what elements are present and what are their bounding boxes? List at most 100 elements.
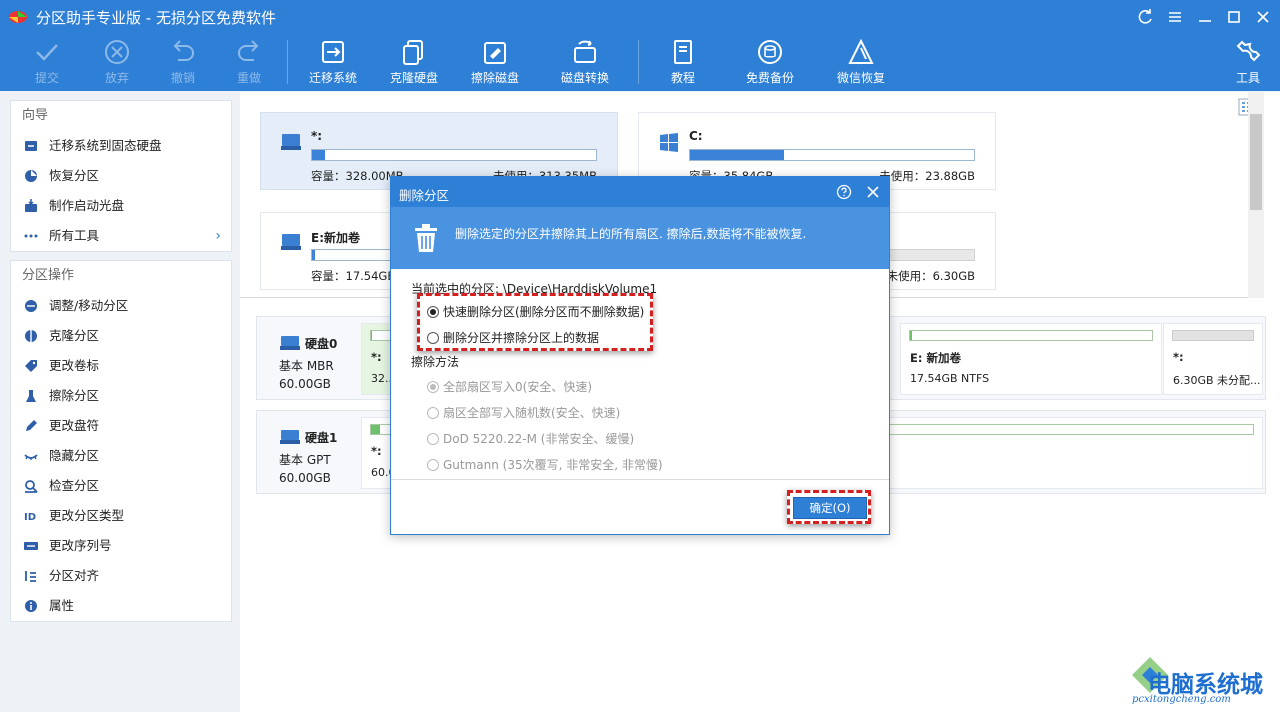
disk-convert-button[interactable]: 磁盘转换: [554, 34, 616, 91]
migrate-disk-icon: [322, 41, 344, 63]
clone-disk-icon: [403, 40, 423, 65]
sidebar-item-change-type[interactable]: ID 更改分区类型: [11, 501, 231, 531]
disk-drive-icon: [281, 234, 301, 250]
chevron-right-icon: ›: [215, 228, 221, 244]
vertical-scrollbar[interactable]: [1248, 92, 1264, 298]
disk-drive-icon: [280, 336, 300, 350]
bootable-icon: [25, 199, 37, 212]
svg-text:ID: ID: [24, 512, 36, 523]
partition-ops-panel: 分区操作 调整/移动分区 克隆分区 更改卷标 擦除分区 更改盘符 隐藏分区 检查…: [10, 260, 232, 622]
wechat-recovery-button[interactable]: 微信恢复: [830, 34, 892, 91]
highlight-box-ok: [787, 490, 871, 524]
hide-icon: [24, 454, 38, 460]
segment-usage-bar: [1172, 330, 1254, 341]
wipe-disk-button[interactable]: 擦除磁盘: [464, 34, 526, 91]
check-icon: [25, 480, 38, 493]
wizard-panel: 向导 迁移系统到固态硬盘 恢复分区 制作启动光盘 所有工具 ›: [10, 100, 232, 252]
sidebar-item-change-label[interactable]: 更改卷标: [11, 351, 231, 381]
recover-icon: [25, 170, 37, 182]
undo-button[interactable]: 撤销: [158, 34, 208, 91]
sidebar-item-change-serial[interactable]: 更改序列号: [11, 531, 231, 561]
sidebar-item-recover-partition[interactable]: 恢复分区: [11, 161, 231, 191]
sidebar-item-bootable-disc[interactable]: 制作启动光盘: [11, 191, 231, 221]
toolbar: 提交 放弃 撤销 重做 迁移系统 克隆硬盘 擦除磁盘 磁盘转换 教程 免费备份 …: [0, 34, 1280, 91]
sidebar-item-check-partition[interactable]: 检查分区: [11, 471, 231, 501]
align-icon: [25, 571, 36, 582]
windows-icon: [660, 133, 678, 152]
submit-button[interactable]: 提交: [22, 34, 72, 91]
window-title: 分区助手专业版 - 无损分区免费软件: [36, 9, 276, 27]
dialog-divider: [391, 479, 889, 480]
check-mark-icon: [36, 44, 58, 61]
sidebar-item-migrate-ssd[interactable]: 迁移系统到固态硬盘: [11, 131, 231, 161]
disk-segment[interactable]: E: 新加卷 17.54GB NTFS: [900, 323, 1162, 395]
radio-unchecked-icon[interactable]: [427, 433, 439, 445]
clone-disk-button[interactable]: 克隆硬盘: [383, 34, 445, 91]
resize-icon: [25, 300, 37, 312]
sidebar-item-resize[interactable]: 调整/移动分区: [11, 291, 231, 321]
clone-icon: [25, 330, 37, 342]
scrollbar-thumb[interactable]: [1250, 114, 1262, 210]
sidebar-item-clone-partition[interactable]: 克隆分区: [11, 321, 231, 351]
sidebar-item-hide-partition[interactable]: 隐藏分区: [11, 441, 231, 471]
app-logo-icon: [9, 11, 27, 23]
more-icon: [24, 234, 38, 238]
menu-icon[interactable]: [1164, 6, 1186, 28]
migrate-os-button[interactable]: 迁移系统: [302, 34, 364, 91]
delete-partition-dialog: 删除分区 删除选定的分区并擦除其上的所有扇区. 擦除后,数据将不能被恢复. 当前…: [390, 176, 890, 535]
toolbar-separator: [638, 40, 639, 84]
cancel-circle-icon: [105, 40, 129, 64]
partition-ops-header: 分区操作: [22, 268, 75, 283]
wipe-icon: [26, 390, 36, 402]
refresh-icon[interactable]: [1134, 6, 1156, 28]
recovery-triangle-icon: [848, 38, 874, 64]
sidebar-item-properties[interactable]: 属性: [11, 591, 231, 621]
pencil-icon: [26, 420, 37, 431]
disk-drive-icon: [280, 430, 300, 444]
sidebar-item-change-letter[interactable]: 更改盘符: [11, 411, 231, 441]
dialog-title-bar: 删除分区: [391, 177, 889, 207]
close-icon[interactable]: [865, 184, 881, 200]
wipe-disk-icon: [484, 42, 506, 64]
sidebar-item-align-partition[interactable]: 分区对齐: [11, 561, 231, 591]
tag-icon: [25, 360, 37, 372]
tools-button[interactable]: 工具: [1228, 34, 1268, 91]
radio-unchecked-icon[interactable]: [427, 459, 439, 471]
convert-disk-icon: [574, 40, 596, 63]
disk-drive-icon: [281, 134, 301, 150]
title-bar: 分区助手专业版 - 无损分区免费软件: [0, 0, 1280, 34]
highlight-box-options: [417, 293, 653, 351]
wipe-method-zero[interactable]: 全部扇区写入0(安全、快速): [427, 378, 592, 395]
sidebar-item-all-tools[interactable]: 所有工具 ›: [11, 221, 231, 251]
sidebar-item-wipe-partition[interactable]: 擦除分区: [11, 381, 231, 411]
discard-button[interactable]: 放弃: [92, 34, 142, 91]
id-icon: ID: [24, 512, 36, 523]
backup-icon: [758, 40, 782, 64]
wizard-header: 向导: [22, 108, 49, 123]
close-icon[interactable]: [1252, 6, 1274, 28]
partition-usage-bar: [689, 149, 975, 161]
book-icon: [674, 40, 692, 64]
redo-button[interactable]: 重做: [224, 34, 274, 91]
help-icon[interactable]: [836, 184, 852, 200]
disk-segment[interactable]: *: 6.30GB 未分配...: [1163, 323, 1263, 395]
radio-unchecked-icon[interactable]: [427, 407, 439, 419]
partition-usage-bar: [311, 149, 597, 161]
sidebar: 向导 迁移系统到固态硬盘 恢复分区 制作启动光盘 所有工具 › 分区操作 调整/…: [10, 100, 232, 630]
wipe-method-gutmann[interactable]: Gutmann (35次覆写, 非常安全, 非常慢): [427, 456, 663, 473]
dialog-description: 删除选定的分区并擦除其上的所有扇区. 擦除后,数据将不能被恢复.: [455, 227, 807, 241]
wipe-method-dod[interactable]: DoD 5220.22-M (非常安全、缓慢): [427, 430, 634, 447]
minimize-icon[interactable]: [1194, 6, 1216, 28]
dialog-banner: 删除选定的分区并擦除其上的所有扇区. 擦除后,数据将不能被恢复.: [391, 207, 889, 269]
free-backup-button[interactable]: 免费备份: [738, 34, 802, 91]
dialog-title: 删除分区: [399, 188, 450, 203]
info-icon: [25, 600, 37, 612]
toolbar-separator: [287, 40, 288, 84]
maximize-icon[interactable]: [1223, 6, 1245, 28]
wipe-method-random[interactable]: 扇区全部写入随机数(安全、快速): [427, 404, 620, 421]
radio-checked-icon[interactable]: [427, 381, 439, 393]
tutorial-button[interactable]: 教程: [658, 34, 708, 91]
watermark: 电脑系统城 pcxitongcheng.com: [1130, 655, 1280, 712]
wipe-method-title: 擦除方法: [411, 355, 460, 369]
wrench-icon: [1236, 40, 1261, 62]
